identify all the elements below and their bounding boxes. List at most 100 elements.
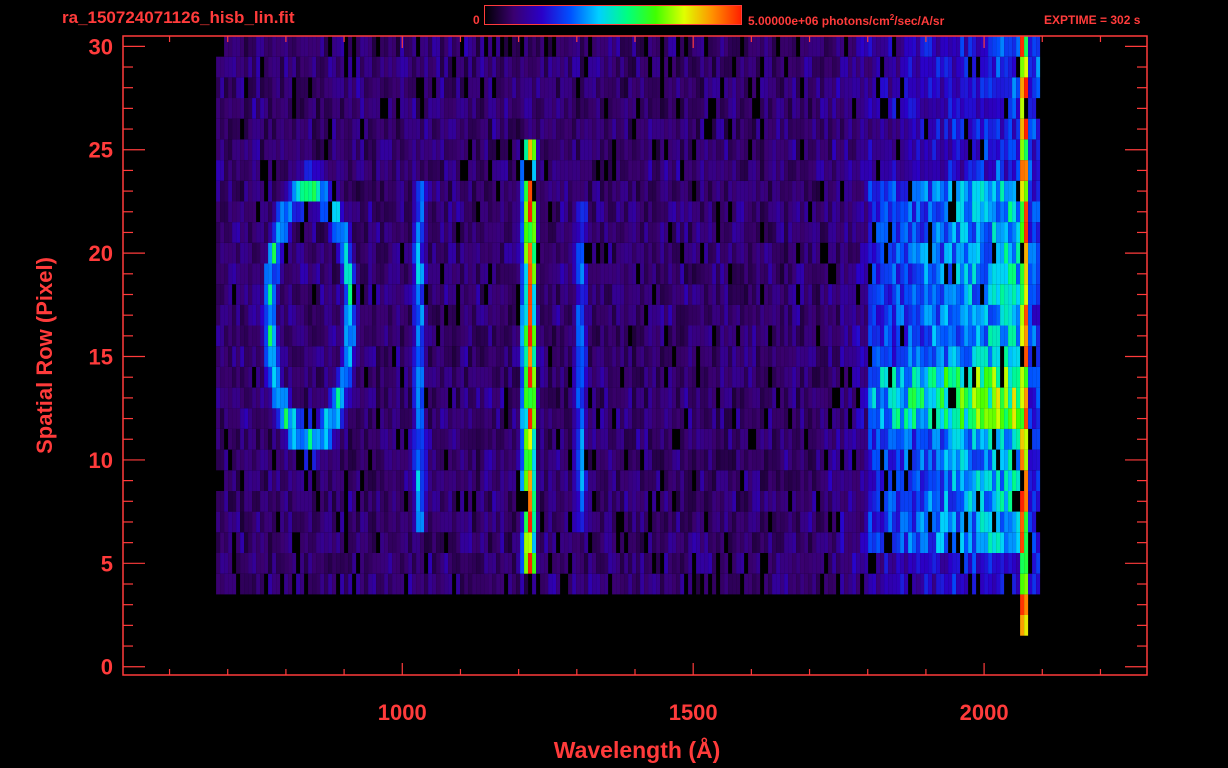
- heatmap-cell: [288, 222, 293, 243]
- heatmap-cell: [248, 346, 253, 367]
- heatmap-cell: [608, 56, 613, 78]
- heatmap-cell: [1024, 428, 1029, 450]
- heatmap-cell: [300, 325, 305, 347]
- heatmap-cell: [740, 160, 745, 181]
- heatmap-cell: [540, 573, 545, 595]
- heatmap-cell: [300, 511, 305, 533]
- heatmap-cell: [1024, 511, 1029, 533]
- heatmap-cell: [400, 118, 405, 140]
- heatmap-cell: [840, 553, 845, 574]
- heatmap-cell: [868, 532, 873, 553]
- heatmap-cell: [796, 304, 801, 326]
- heatmap-cell: [944, 118, 949, 140]
- heatmap-cell: [252, 346, 257, 367]
- heatmap-cell: [796, 118, 801, 140]
- heatmap-cell: [312, 491, 317, 512]
- heatmap-cell: [784, 180, 789, 202]
- heatmap-cell: [460, 491, 465, 512]
- heatmap-cell: [500, 366, 505, 388]
- heatmap-cell: [580, 222, 585, 243]
- heatmap-cell: [416, 98, 421, 119]
- heatmap-cell: [328, 366, 333, 388]
- heatmap-cell: [224, 222, 229, 243]
- heatmap-cell: [392, 491, 397, 512]
- heatmap-cell: [540, 242, 545, 264]
- heatmap-cell: [288, 470, 293, 491]
- heatmap-cell: [924, 553, 929, 574]
- heatmap-cell: [696, 284, 701, 305]
- heatmap-cell: [1024, 242, 1029, 264]
- heatmap-cell: [372, 222, 377, 243]
- heatmap-cell: [468, 77, 473, 99]
- heatmap-cell: [776, 139, 781, 161]
- heatmap-cell: [532, 573, 537, 595]
- heatmap-cell: [304, 428, 309, 450]
- heatmap-cell: [512, 139, 517, 161]
- heatmap-cell: [860, 553, 865, 574]
- heatmap-cell: [408, 511, 413, 533]
- heatmap-cell: [724, 366, 729, 388]
- heatmap-cell: [712, 304, 717, 326]
- heatmap-cell: [424, 573, 429, 595]
- heatmap-cell: [388, 98, 393, 119]
- heatmap-cell: [360, 325, 365, 347]
- heatmap-cell: [720, 263, 725, 285]
- heatmap-cell: [556, 118, 561, 140]
- heatmap-cell: [528, 304, 533, 326]
- heatmap-cell: [328, 284, 333, 305]
- heatmap-cell: [928, 180, 933, 202]
- heatmap-cell: [392, 553, 397, 574]
- heatmap-cell: [764, 160, 769, 181]
- heatmap-cell: [340, 366, 345, 388]
- heatmap-cell: [540, 98, 545, 119]
- heatmap-cell: [732, 387, 737, 409]
- heatmap-cell: [872, 242, 877, 264]
- heatmap-cell: [576, 449, 581, 471]
- heatmap-cell: [652, 491, 657, 512]
- heatmap-cell: [760, 263, 765, 285]
- heatmap-cell: [728, 139, 733, 161]
- heatmap-cell: [744, 77, 749, 99]
- heatmap-cell: [984, 201, 989, 223]
- heatmap-cell: [228, 222, 233, 243]
- heatmap-cell: [224, 325, 229, 347]
- heatmap-cell: [276, 242, 281, 264]
- heatmap-cell: [304, 139, 309, 161]
- heatmap-cell: [836, 222, 841, 243]
- heatmap-cell: [304, 553, 309, 574]
- heatmap-cell: [776, 573, 781, 595]
- heatmap-cell: [732, 160, 737, 181]
- heatmap-cell: [816, 201, 821, 223]
- heatmap-cell: [312, 325, 317, 347]
- heatmap-cell: [360, 408, 365, 429]
- heatmap-cell: [700, 201, 705, 223]
- heatmap-cell: [340, 346, 345, 367]
- heatmap-cell: [600, 428, 605, 450]
- heatmap-cell: [604, 222, 609, 243]
- heatmap-cell: [1024, 532, 1029, 553]
- heatmap-cell: [796, 553, 801, 574]
- heatmap-cell: [684, 180, 689, 202]
- heatmap-cell: [752, 284, 757, 305]
- heatmap-cell: [788, 118, 793, 140]
- heatmap-cell: [756, 346, 761, 367]
- heatmap-cell: [644, 346, 649, 367]
- heatmap-cell: [820, 284, 825, 305]
- heatmap-cell: [712, 573, 717, 595]
- heatmap-cell: [500, 118, 505, 140]
- heatmap-cell: [376, 284, 381, 305]
- heatmap-cell: [764, 56, 769, 78]
- heatmap-cell: [648, 553, 653, 574]
- heatmap-cell: [600, 284, 605, 305]
- heatmap-cell: [468, 201, 473, 223]
- heatmap-cell: [640, 553, 645, 574]
- heatmap-cell: [680, 511, 685, 533]
- heatmap-cell: [608, 242, 613, 264]
- heatmap-cell: [312, 387, 317, 409]
- heatmap-cell: [292, 325, 297, 347]
- heatmap-cell: [860, 470, 865, 491]
- heatmap-cell: [984, 180, 989, 202]
- heatmap-cell: [992, 139, 997, 161]
- heatmap-cell: [984, 222, 989, 243]
- heatmap-cell: [512, 118, 517, 140]
